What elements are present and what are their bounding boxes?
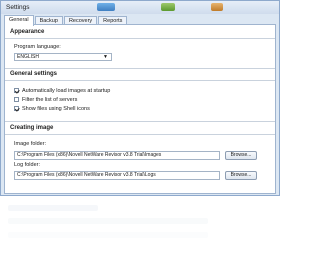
creating-image-heading: Creating image <box>10 125 54 131</box>
divider <box>5 134 275 135</box>
option-label: Show files using Shell icons <box>22 105 90 112</box>
image-folder-label: Image folder: <box>14 141 47 147</box>
browse-log-folder-button[interactable]: Browse... <box>225 171 257 180</box>
tab-general[interactable]: General <box>4 15 34 26</box>
log-folder-label: Log folder: <box>14 162 40 168</box>
reflection-fade <box>8 218 208 224</box>
checkbox-checked-icon[interactable] <box>14 88 19 93</box>
divider <box>5 121 275 122</box>
image-folder-field[interactable]: C:\Program Files (x86)\Novell NetWare Re… <box>14 151 220 160</box>
checkbox-checked-icon[interactable] <box>14 106 19 111</box>
appearance-heading: Appearance <box>10 29 45 35</box>
settings-window: Settings General Backup Recovery Reports… <box>0 0 280 196</box>
window-title: Settings <box>6 4 30 11</box>
option-auto-load-images[interactable]: Automatically load images at startup <box>14 87 110 94</box>
chevron-down-icon: ▼ <box>103 54 108 60</box>
checkbox-unchecked-icon[interactable] <box>14 97 19 102</box>
divider <box>5 38 275 39</box>
reflection-fade <box>8 205 98 211</box>
reflection-fade <box>8 232 208 238</box>
option-shell-icons[interactable]: Show files using Shell icons <box>14 105 90 112</box>
divider <box>5 68 275 69</box>
general-settings-heading: General settings <box>10 71 58 77</box>
title-bar: Settings <box>1 1 279 14</box>
titlebar-decoration <box>211 3 223 11</box>
program-language-select[interactable]: ENGLISH ▼ <box>14 53 112 61</box>
general-tab-panel: Appearance Program language: ENGLISH ▼ G… <box>4 24 276 194</box>
titlebar-decoration <box>161 3 175 11</box>
option-label: Automatically load images at startup <box>22 87 111 94</box>
log-folder-field[interactable]: C:\Program Files (x86)\Novell NetWare Re… <box>14 171 220 180</box>
browse-image-folder-button[interactable]: Browse... <box>225 151 257 160</box>
option-filter-servers[interactable]: Filter the list of servers <box>14 96 77 103</box>
titlebar-decoration <box>97 3 115 11</box>
option-label: Filter the list of servers <box>22 96 78 103</box>
program-language-label: Program language: <box>14 44 61 50</box>
program-language-value: ENGLISH <box>17 54 39 60</box>
divider <box>5 80 275 81</box>
